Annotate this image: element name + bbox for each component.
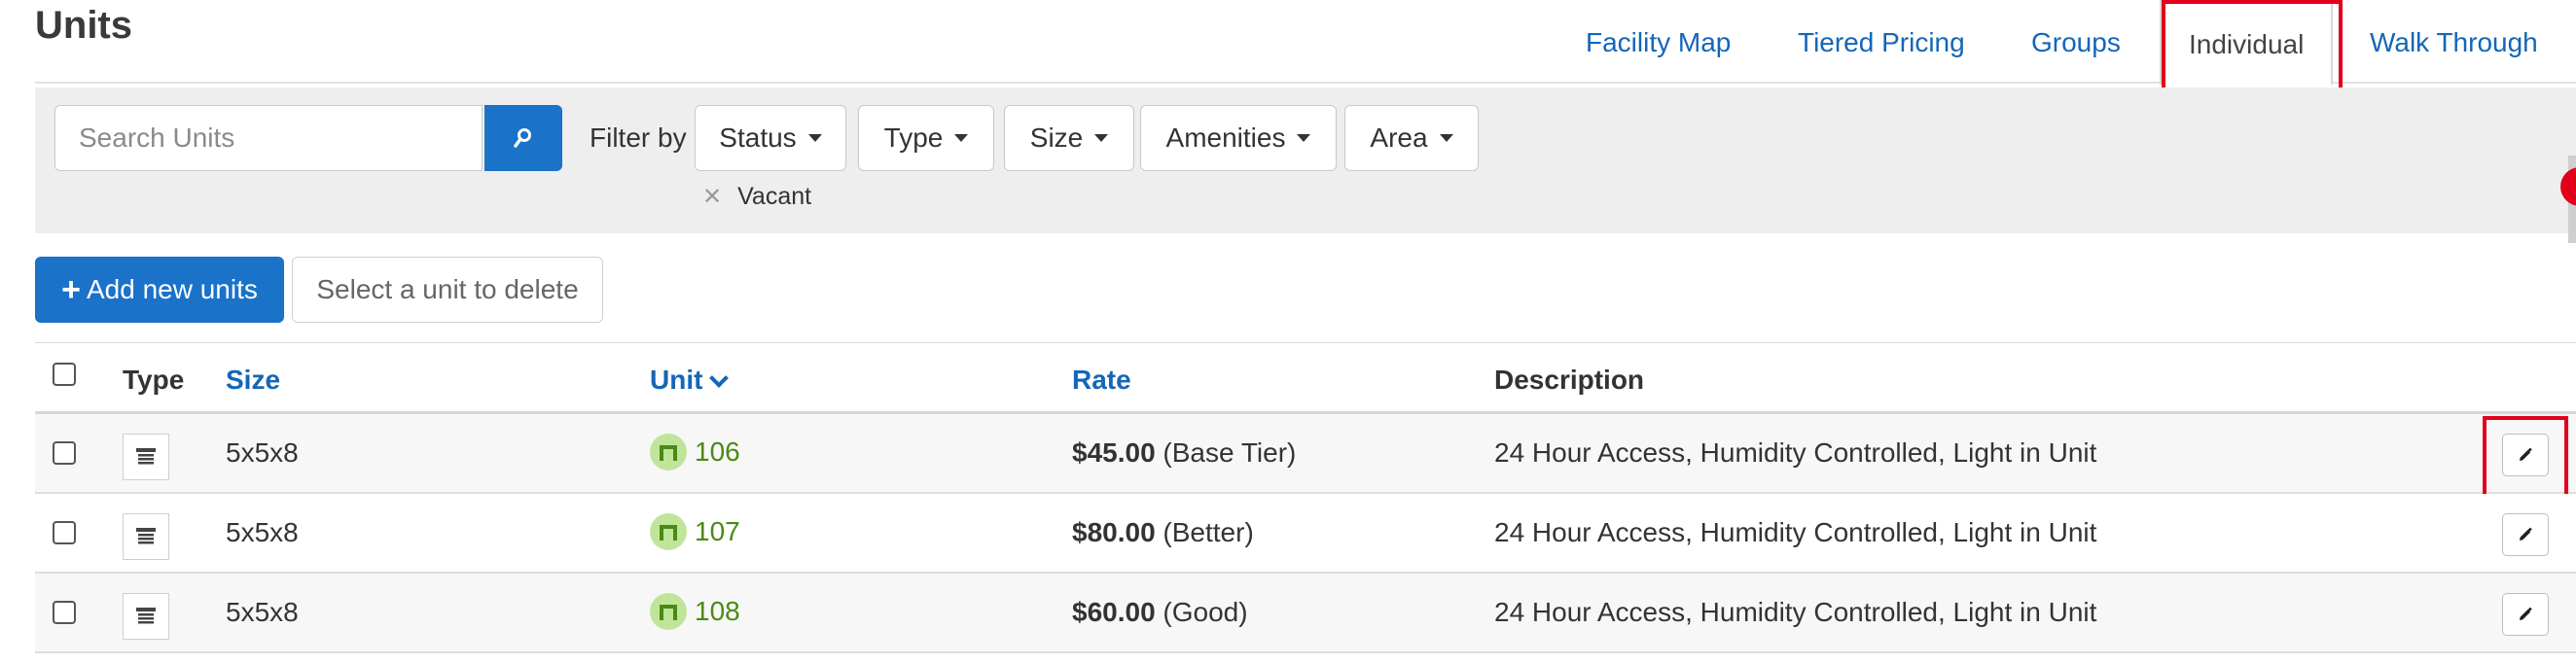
header-size[interactable]: Size [226, 365, 280, 396]
caret-down-icon [954, 134, 969, 142]
view-tabs: Facility Map Tiered Pricing Groups Indiv… [35, 0, 2576, 86]
units-table: Type Size Unit Rate Description 5x5x8 10… [35, 342, 2576, 653]
storage-unit-icon [123, 513, 169, 560]
status-dropdown-label: Status [719, 122, 797, 153]
header-unit-label: Unit [650, 365, 703, 395]
storage-unit-icon [123, 593, 169, 640]
edit-button[interactable] [2502, 434, 2549, 476]
cell-size: 5x5x8 [226, 437, 299, 468]
unit-door-icon [650, 434, 687, 471]
amenities-dropdown-label: Amenities [1165, 122, 1286, 153]
edit-button[interactable] [2502, 593, 2549, 636]
unit-link[interactable]: 107 [650, 513, 740, 550]
tab-individual[interactable]: Individual [2160, 0, 2334, 86]
search-input[interactable] [54, 105, 483, 171]
unit-number: 108 [695, 596, 740, 626]
filter-by-label: Filter by [590, 122, 687, 153]
caret-down-icon [1094, 134, 1109, 142]
status-dropdown[interactable]: Status [695, 105, 846, 171]
cell-description: 24 Hour Access, Humidity Controlled, Lig… [1494, 437, 2097, 468]
rate-value: $60.00 [1072, 597, 1156, 627]
cell-rate: $45.00 (Base Tier) [1072, 437, 1296, 469]
amenities-dropdown[interactable]: Amenities [1140, 105, 1337, 171]
type-dropdown[interactable]: Type [858, 105, 994, 171]
table-row[interactable]: 5x5x8 108 $60.00 (Good) 24 Hour Access, … [35, 574, 2576, 653]
add-new-units-label: Add new units [86, 274, 258, 304]
pencil-icon [2520, 527, 2532, 541]
filter-panel: Filter by Status Type Size Amenities Are… [35, 87, 2576, 233]
unit-number: 107 [695, 516, 740, 546]
area-dropdown[interactable]: Area [1344, 105, 1479, 171]
table-header: Type Size Unit Rate Description [35, 342, 2576, 414]
size-dropdown-label: Size [1029, 122, 1084, 153]
type-dropdown-label: Type [883, 122, 944, 153]
chip-label: Vacant [737, 183, 812, 210]
unit-link[interactable]: 106 [650, 434, 740, 471]
unit-door-icon [650, 593, 687, 630]
header-description: Description [1494, 365, 1645, 395]
cell-rate: $80.00 (Better) [1072, 517, 1254, 548]
unit-number: 106 [695, 436, 740, 467]
header-type: Type [123, 365, 185, 395]
add-new-units-button[interactable]: + Add new units [35, 257, 284, 323]
row-checkbox[interactable] [53, 441, 76, 465]
rate-tier: (Base Tier) [1163, 437, 1297, 468]
rate-tier: (Good) [1163, 597, 1248, 627]
row-checkbox[interactable] [53, 601, 76, 624]
remove-filter-icon[interactable]: ✕ [702, 183, 722, 211]
unit-link[interactable]: 108 [650, 593, 740, 630]
chevron-down-icon [709, 368, 730, 388]
header-rate[interactable]: Rate [1072, 365, 1131, 396]
rate-value: $80.00 [1072, 517, 1156, 547]
tab-walk-through[interactable]: Walk Through [2370, 0, 2538, 84]
table-row[interactable]: 5x5x8 107 $80.00 (Better) 24 Hour Access… [35, 494, 2576, 574]
rate-tier: (Better) [1163, 517, 1254, 547]
select-all-checkbox[interactable] [53, 363, 76, 386]
pencil-icon [2520, 607, 2532, 620]
pencil-icon [2520, 447, 2532, 461]
search-button[interactable] [484, 105, 562, 171]
cell-rate: $60.00 (Good) [1072, 597, 1248, 628]
cell-description: 24 Hour Access, Humidity Controlled, Lig… [1494, 517, 2097, 547]
edit-button[interactable] [2502, 513, 2549, 556]
caret-down-icon [1439, 134, 1453, 142]
rate-value: $45.00 [1072, 437, 1156, 468]
size-dropdown[interactable]: Size [1004, 105, 1134, 171]
delete-unit-button[interactable]: Select a unit to delete [292, 257, 603, 323]
tab-facility-map[interactable]: Facility Map [1586, 0, 1731, 84]
area-dropdown-label: Area [1370, 122, 1428, 153]
unit-door-icon [650, 513, 687, 550]
storage-unit-icon [123, 434, 169, 480]
tab-groups[interactable]: Groups [2031, 0, 2121, 84]
tab-tiered-pricing[interactable]: Tiered Pricing [1798, 0, 1965, 84]
caret-down-icon [1297, 134, 1311, 142]
row-checkbox[interactable] [53, 521, 76, 544]
cell-description: 24 Hour Access, Humidity Controlled, Lig… [1494, 597, 2097, 627]
search-icon [514, 128, 531, 148]
table-body: 5x5x8 106 $45.00 (Base Tier) 24 Hour Acc… [35, 414, 2576, 653]
cell-size: 5x5x8 [226, 517, 299, 547]
plus-icon: + [61, 271, 81, 308]
caret-down-icon [807, 134, 822, 142]
table-row[interactable]: 5x5x8 106 $45.00 (Base Tier) 24 Hour Acc… [35, 414, 2576, 504]
cell-size: 5x5x8 [226, 597, 299, 627]
active-filter-chip: ✕ Vacant [702, 183, 811, 211]
header-unit[interactable]: Unit [650, 365, 730, 396]
